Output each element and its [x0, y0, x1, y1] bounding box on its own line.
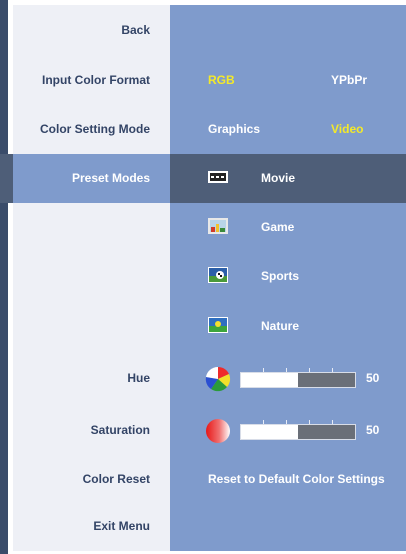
preset-movie[interactable]: Movie: [261, 154, 295, 203]
menu-row-preset-nature[interactable]: Nature: [0, 302, 406, 351]
preset-game[interactable]: Game: [261, 203, 294, 252]
color-reset-label: Color Reset: [82, 472, 150, 486]
nature-icon: [208, 317, 228, 333]
color-setting-mode-label: Color Setting Mode: [40, 122, 150, 136]
menu-row-color-reset[interactable]: Color Reset Reset to Default Color Setti…: [0, 455, 406, 504]
option-ypbpr[interactable]: YPbPr: [331, 56, 367, 105]
menu-row-input-color-format[interactable]: Input Color Format RGB YPbPr: [0, 56, 406, 105]
menu-row-saturation[interactable]: Saturation 50: [0, 406, 406, 455]
saturation-value: 50: [366, 423, 380, 437]
preset-modes-label: Preset Modes: [71, 171, 150, 185]
option-graphics[interactable]: Graphics: [208, 105, 260, 154]
input-color-format-label: Input Color Format: [42, 73, 150, 87]
hue-value: 50: [366, 371, 380, 385]
menu-row-preset-game[interactable]: Game: [0, 203, 406, 252]
menu-row-preset-modes[interactable]: Preset Modes Movie: [0, 154, 406, 203]
reset-default-color-action[interactable]: Reset to Default Color Settings: [208, 455, 406, 504]
back-label[interactable]: Back: [13, 6, 150, 55]
color-wheel-icon: [205, 366, 231, 392]
menu-row-back[interactable]: Back: [0, 6, 406, 55]
option-video[interactable]: Video: [331, 105, 363, 154]
menu-row-color-setting-mode[interactable]: Color Setting Mode Graphics Video: [0, 105, 406, 154]
menu-row-exit[interactable]: Exit Menu: [0, 502, 406, 551]
saturation-label: Saturation: [90, 423, 150, 437]
preset-sports[interactable]: Sports: [261, 252, 299, 301]
option-rgb[interactable]: RGB: [208, 56, 235, 105]
menu-row-hue[interactable]: Hue 50: [0, 354, 406, 403]
game-icon: [208, 218, 228, 234]
saturation-ball-icon: [206, 419, 230, 443]
sports-icon: [208, 267, 228, 283]
saturation-fill: [298, 425, 355, 439]
hue-label: Hue: [127, 371, 150, 385]
hue-fill: [298, 373, 355, 387]
movie-icon: [208, 171, 228, 183]
exit-menu-label[interactable]: Exit Menu: [13, 502, 150, 551]
preset-nature[interactable]: Nature: [261, 302, 299, 351]
saturation-track[interactable]: [240, 420, 356, 440]
hue-track[interactable]: [240, 368, 356, 388]
menu-row-preset-sports[interactable]: Sports: [0, 252, 406, 301]
